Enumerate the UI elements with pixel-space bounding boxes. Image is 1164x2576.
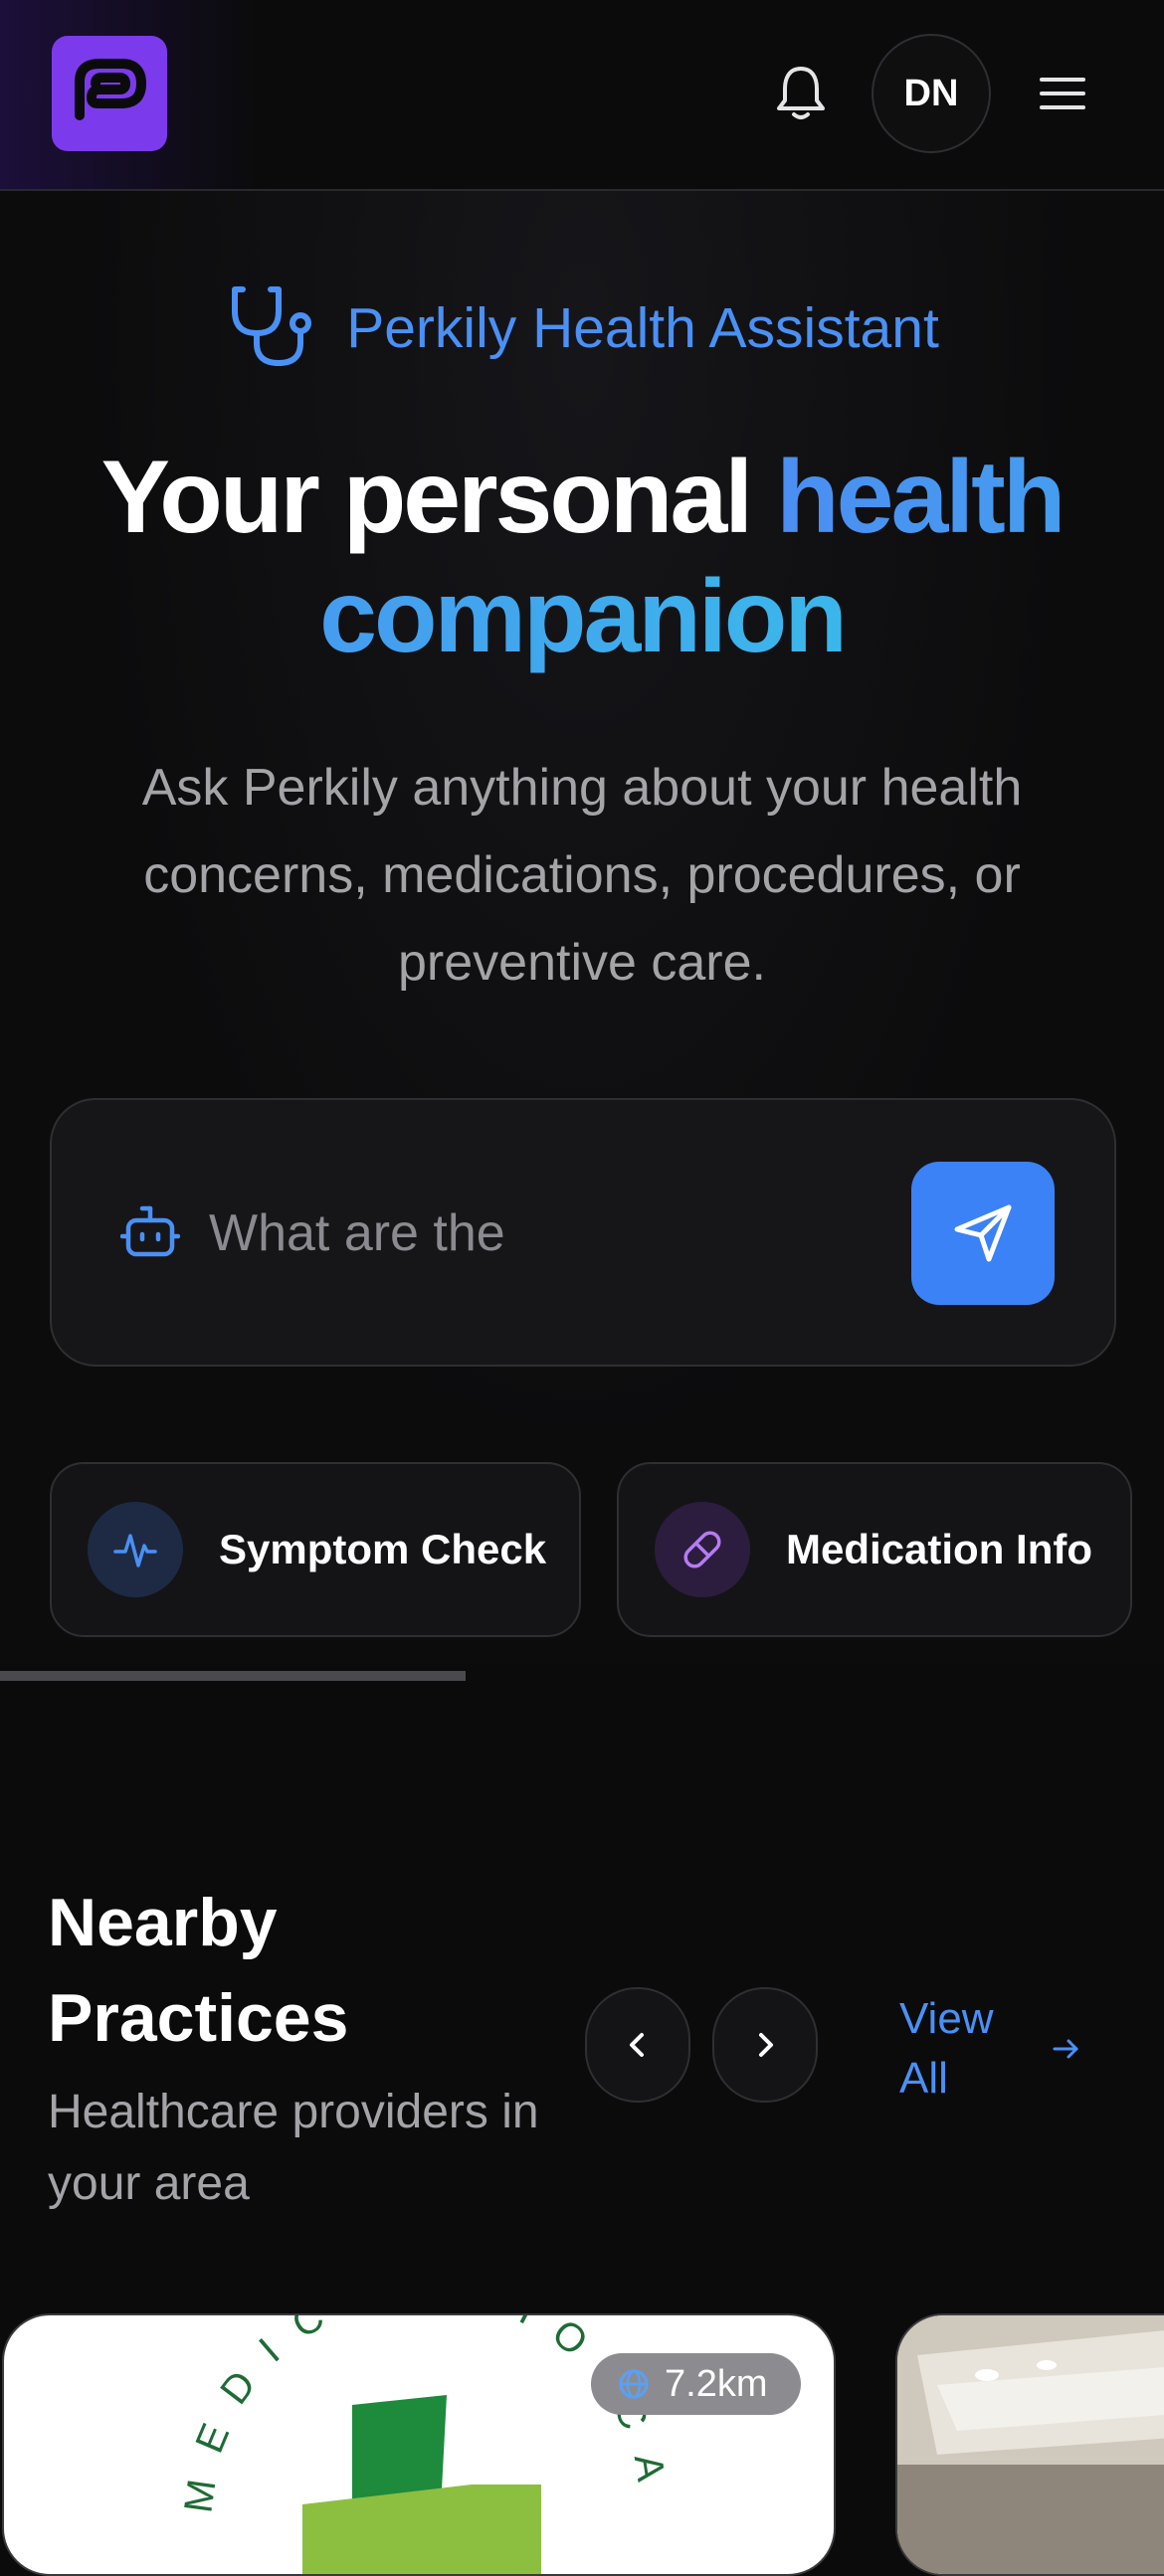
nearby-title: Nearby Practices (48, 1885, 349, 2056)
user-avatar[interactable]: DN (872, 34, 991, 153)
hamburger-menu-icon[interactable] (1035, 66, 1090, 121)
carousel-prev-button[interactable] (585, 1987, 690, 2103)
bot-icon (117, 1199, 183, 1265)
distance-badge: 7.2km (591, 2353, 802, 2415)
headline-plain: Your personal (100, 440, 777, 555)
top-header: DN (0, 0, 1164, 191)
chat-input-box (50, 1098, 1116, 1367)
chat-input[interactable] (207, 1190, 768, 1277)
symptom-check-label: Symptom Check (219, 1526, 547, 1572)
send-icon (954, 1204, 1012, 1262)
avatar-initials: DN (903, 72, 959, 114)
horizontal-scrollbar[interactable] (0, 1671, 466, 1681)
assistant-badge: Perkily Health Assistant (0, 283, 1164, 373)
stethoscope-icon (225, 281, 320, 376)
chevron-left-icon (630, 2033, 644, 2057)
chevron-right-icon (759, 2033, 773, 2057)
pill-icon (655, 1502, 750, 1597)
hero-subtitle: Ask Perkily anything about your health c… (141, 759, 1023, 992)
send-button[interactable] (911, 1162, 1055, 1305)
activity-icon (88, 1502, 183, 1597)
symptom-check-chip[interactable]: Symptom Check (50, 1462, 581, 1637)
perkily-logo-icon[interactable] (52, 36, 167, 151)
medication-info-chip[interactable]: Medication Info (617, 1462, 1132, 1637)
practice-logo-text: MEDICS WHO CARE (4, 2315, 677, 2515)
practice-card[interactable] (895, 2313, 1164, 2576)
distance-label: 7.2km (665, 2362, 768, 2405)
carousel-next-button[interactable] (712, 1987, 818, 2103)
bell-icon[interactable] (768, 60, 834, 125)
practice-card[interactable]: MEDICS WHO CARE 7.2km (2, 2313, 836, 2576)
page-headline: Your personal health companion (40, 438, 1124, 676)
medication-info-label: Medication Info (786, 1526, 1092, 1572)
globe-icon (619, 2369, 649, 2399)
view-all-link[interactable]: View All (899, 1989, 1084, 2109)
arrow-right-icon (1053, 2039, 1078, 2059)
clinic-interior-photo (897, 2315, 1164, 2574)
nearby-subtitle: Healthcare providers in your area (48, 2086, 539, 2210)
view-all-label: View All (899, 1994, 994, 2103)
assistant-label: Perkily Health Assistant (346, 296, 939, 360)
